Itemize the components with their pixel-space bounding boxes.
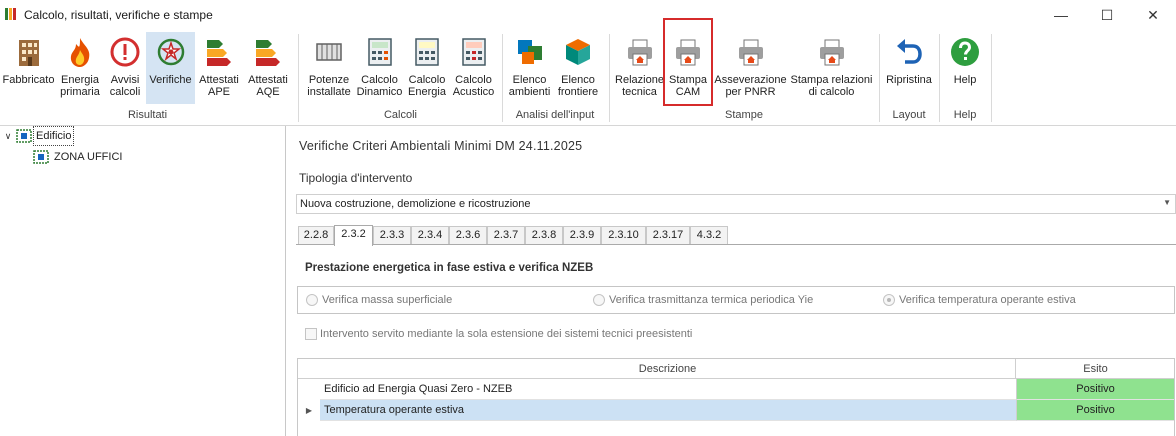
tab-2-3-4[interactable]: 2.3.4 — [411, 226, 449, 245]
tab-2-3-2[interactable]: 2.3.2 — [334, 225, 373, 246]
rooms-icon — [517, 40, 542, 64]
tab-2-3-6[interactable]: 2.3.6 — [449, 226, 487, 245]
tab-2-3-3[interactable]: 2.3.3 — [373, 226, 411, 245]
ribbon-separator — [879, 34, 880, 122]
stampa-cam-button[interactable]: Stampa CAM — [663, 18, 713, 106]
radiator-icon — [316, 43, 342, 61]
ribbon-separator — [298, 34, 299, 122]
tipologia-dropdown[interactable]: Nuova costruzione, demolizione e ricostr… — [296, 194, 1176, 214]
tab-2-3-8[interactable]: 2.3.8 — [525, 226, 563, 245]
maximize-button[interactable]: ☐ — [1084, 0, 1130, 30]
minimize-button[interactable]: — — [1038, 0, 1084, 30]
section-title: Prestazione energetica in fase estiva e … — [305, 262, 594, 274]
verifiche-button[interactable]: Verifiche — [146, 32, 195, 104]
building-icon — [18, 40, 39, 66]
tab-2-3-9[interactable]: 2.3.9 — [563, 226, 601, 245]
fire-icon — [70, 38, 90, 67]
avvisi-calcoli-button[interactable]: Avvisi calcoli — [104, 32, 146, 104]
help-button[interactable]: Help — [944, 32, 986, 104]
dropdown-arrow-icon[interactable]: ▼ — [1163, 198, 1171, 207]
ribbon-separator — [991, 34, 992, 122]
potenze-installate-button[interactable]: Potenze installate — [304, 32, 354, 104]
calcolo-energia-button[interactable]: Calcolo Energia — [404, 32, 450, 104]
radio-circle[interactable] — [593, 294, 605, 306]
title-bar: Calcolo, risultati, verifiche e stampe —… — [0, 0, 1176, 30]
help-icon — [951, 38, 979, 66]
calculator-icon — [367, 38, 392, 66]
column-header-esito[interactable]: Esito — [1017, 359, 1174, 379]
stampa-relazioni-button[interactable]: Stampa relazioni di calcolo — [789, 32, 874, 104]
table-row[interactable]: ▶ Temperatura operante estiva Positivo — [298, 400, 1174, 421]
elenco-ambienti-button[interactable]: Elenco ambienti — [507, 32, 552, 104]
tab-2-2-8[interactable]: 2.2.8 — [298, 226, 334, 245]
page-title: Verifiche Criteri Ambientali Minimi DM 2… — [299, 139, 583, 153]
checkbox-box[interactable] — [305, 328, 317, 340]
attestati-aqe-button[interactable]: Attestati AQE — [243, 32, 293, 104]
calculator-icon — [415, 38, 439, 66]
results-grid: Descrizione Esito Edificio ad Energia Qu… — [297, 358, 1175, 436]
building-node-icon — [16, 129, 32, 143]
row-descrizione: Temperatura operante estiva — [320, 400, 1017, 421]
cube-icon — [566, 39, 590, 65]
energia-primaria-button[interactable]: Energia primaria — [57, 32, 103, 104]
ribbon: Fabbricato Energia primaria Avvisi calco… — [0, 18, 1176, 126]
row-esito: Positivo — [1017, 379, 1174, 400]
tab-4-3-2[interactable]: 4.3.2 — [690, 226, 728, 245]
ripristina-button[interactable]: Ripristina — [884, 32, 934, 104]
app-icon — [5, 8, 16, 20]
main-panel: Verifiche Criteri Ambientali Minimi DM 2… — [287, 126, 1176, 436]
table-row[interactable]: Edificio ad Energia Quasi Zero - NZEB Po… — [298, 379, 1174, 400]
tab-panel: Prestazione energetica in fase estiva e … — [296, 244, 1176, 436]
tab-2-3-7[interactable]: 2.3.7 — [487, 226, 525, 245]
energy-class-icon — [207, 40, 231, 66]
group-label-calcoli: Calcoli — [383, 109, 417, 121]
printer-icon — [627, 39, 652, 66]
relazione-tecnica-button[interactable]: Relazione tecnica — [614, 32, 665, 104]
ribbon-separator — [939, 34, 940, 122]
printer-icon — [819, 39, 844, 66]
elenco-frontiere-button[interactable]: Elenco frontiere — [555, 32, 601, 104]
calcolo-dinamico-button[interactable]: Calcolo Dinamico — [356, 32, 403, 104]
group-label-layout: Layout — [892, 109, 926, 121]
ribbon-separator — [609, 34, 610, 122]
group-label-stampe: Stampe — [725, 109, 763, 121]
tipologia-value: Nuova costruzione, demolizione e ricostr… — [300, 198, 531, 210]
column-header-descrizione[interactable]: Descrizione — [320, 359, 1016, 379]
close-button[interactable]: ✕ — [1130, 0, 1176, 30]
row-indicator — [298, 379, 320, 400]
tab-2-3-17[interactable]: 2.3.17 — [646, 226, 690, 245]
group-label-analisi: Analisi dell'input — [515, 109, 595, 121]
ribbon-separator — [502, 34, 503, 122]
row-descrizione: Edificio ad Energia Quasi Zero - NZEB — [320, 379, 1017, 400]
current-row-arrow-icon: ▶ — [305, 406, 313, 415]
undo-icon — [897, 39, 922, 64]
tree-node-edificio[interactable]: ∨ Edificio — [2, 126, 282, 146]
verification-type-group: Verifica massa superficiale Verifica tra… — [297, 286, 1175, 314]
warning-icon — [110, 37, 140, 67]
attestati-ape-button[interactable]: Attestati APE — [196, 32, 242, 104]
fabbricato-button[interactable]: Fabbricato — [1, 32, 56, 104]
building-tree[interactable]: ∨ Edificio ZONA UFFICI — [0, 126, 286, 436]
zone-node-icon — [33, 150, 49, 164]
printer-icon — [676, 39, 700, 66]
collapse-chevron-icon[interactable]: ∨ — [2, 127, 14, 145]
group-label-risultati: Risultati — [127, 109, 168, 121]
printer-icon — [738, 39, 763, 66]
energy-class-icon — [256, 40, 280, 66]
emblem-icon — [157, 38, 184, 66]
tipologia-label: Tipologia d'intervento — [299, 171, 413, 185]
radio-circle-selected[interactable] — [883, 294, 895, 306]
row-esito: Positivo — [1017, 400, 1174, 421]
tree-node-zona[interactable]: ZONA UFFICI — [2, 148, 282, 166]
group-label-help: Help — [953, 109, 977, 121]
grid-header: Descrizione Esito — [298, 359, 1174, 379]
window-title: Calcolo, risultati, verifiche e stampe — [24, 8, 213, 22]
calcolo-acustico-button[interactable]: Calcolo Acustico — [451, 32, 496, 104]
tab-2-3-10[interactable]: 2.3.10 — [601, 226, 646, 245]
radio-circle[interactable] — [306, 294, 318, 306]
asseverazione-pnrr-button[interactable]: Asseverazione per PNRR — [714, 32, 787, 104]
calculator-icon — [461, 38, 486, 66]
